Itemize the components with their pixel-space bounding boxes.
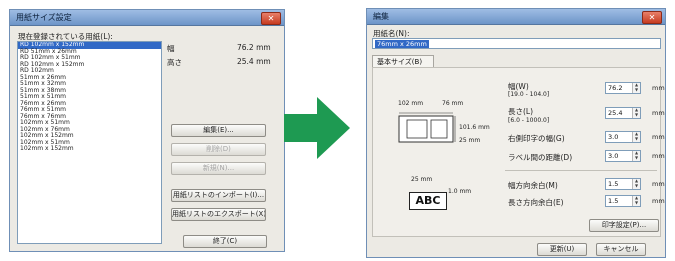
gap-input[interactable]: 3.0 ▲ ▼ [605, 131, 641, 143]
gap-unit: mm [652, 133, 665, 141]
abc-dim-top: 25 mm [411, 176, 433, 183]
export-list-button[interactable]: 用紙リストのエクスポート(X)... [171, 208, 266, 221]
abc-sample-box: ABC [409, 192, 447, 210]
list-item[interactable]: 102mm x 152mm [18, 145, 161, 153]
window-title: 用紙サイズ設定 [16, 13, 72, 22]
spin-arrows-icon[interactable]: ▲ ▼ [632, 178, 640, 189]
cancel-button[interactable]: キャンセル [596, 243, 646, 256]
arrow-right-icon [284, 97, 350, 159]
width-margin-input[interactable]: 1.5 ▲ ▼ [605, 178, 641, 190]
label-distance-input[interactable]: 3.0 ▲ ▼ [605, 150, 641, 162]
width-value: 76.2 [608, 84, 623, 92]
update-button[interactable]: 更新(U) [537, 243, 587, 256]
length-label: 長さ(L) [508, 107, 534, 116]
diagram-dim-side-1: 101.6 mm [459, 124, 490, 131]
paper-list[interactable]: RD 102mm x 152mm RD 51mm x 26mm RD 102mm x… [17, 41, 162, 244]
length-margin-unit: mm [652, 197, 665, 205]
edit-window: 編集 ✕ 用紙名(N): 76mm x 26mm 基本サイズ(B) 102 mm… [366, 8, 666, 258]
edit-button[interactable]: 編集(E)... [171, 124, 266, 137]
length-range: [6.0 - 1000.0] [508, 117, 550, 124]
paper-name-input[interactable]: 76mm x 26mm [372, 38, 661, 49]
spin-arrows-icon[interactable]: ▲ ▼ [632, 195, 640, 206]
width-unit: mm [652, 84, 665, 92]
title-bar[interactable]: 用紙サイズ設定 ✕ [10, 10, 284, 26]
diagram-dim-top-left: 102 mm [398, 100, 424, 107]
label-distance-unit: mm [652, 152, 665, 160]
width-input[interactable]: 76.2 ▲ ▼ [605, 82, 641, 94]
length-margin-value: 1.5 [608, 197, 619, 205]
delete-button[interactable]: 削除(D) [171, 143, 266, 156]
diagram-dim-top-right: 76 mm [442, 100, 464, 107]
width-label: 幅 [167, 44, 175, 53]
height-value: 25.4 mm [237, 57, 271, 66]
paper-size-setup-window: 用紙サイズ設定 ✕ 現在登録されている用紙(L): RD 102mm x 152… [9, 9, 285, 252]
width-margin-value: 1.5 [608, 180, 619, 188]
label-distance-label: ラベル間の距離(D) [508, 153, 573, 162]
paper-name-value: 76mm x 26mm [375, 40, 429, 48]
import-list-button[interactable]: 用紙リストのインポート(I)... [171, 189, 266, 202]
width-margin-unit: mm [652, 180, 665, 188]
spin-arrows-icon[interactable]: ▲ ▼ [632, 150, 640, 161]
width-range: [19.0 - 104.0] [508, 91, 550, 98]
new-button[interactable]: 新規(N)... [171, 162, 266, 175]
divider [505, 170, 657, 171]
spin-arrows-icon[interactable]: ▲ ▼ [632, 107, 640, 118]
length-margin-input[interactable]: 1.5 ▲ ▼ [605, 195, 641, 207]
label-layout-diagram [398, 112, 456, 143]
abc-dim-side: 1.0 mm [448, 188, 472, 195]
length-unit: mm [652, 109, 665, 117]
abc-sample-text: ABC [415, 194, 441, 207]
gap-label: 右側印字の幅(G) [508, 134, 565, 143]
length-input[interactable]: 25.4 ▲ ▼ [605, 107, 641, 119]
label-distance-value: 3.0 [608, 152, 619, 160]
height-label: 高さ [167, 58, 182, 67]
close-icon[interactable]: ✕ [642, 11, 662, 24]
gap-value: 3.0 [608, 133, 619, 141]
length-margin-label: 長さ方向余白(E) [508, 198, 564, 207]
diagram-dim-side-2: 25 mm [459, 137, 481, 144]
finish-button[interactable]: 終了(C) [183, 235, 267, 248]
window-title: 編集 [373, 12, 389, 21]
spin-arrows-icon[interactable]: ▲ ▼ [632, 131, 640, 142]
spin-arrows-icon[interactable]: ▲ ▼ [632, 82, 640, 93]
title-bar[interactable]: 編集 ✕ [367, 9, 665, 25]
close-icon[interactable]: ✕ [261, 12, 281, 25]
tab-basic-size-label: 基本サイズ(B) [377, 58, 423, 66]
print-settings-button[interactable]: 印字設定(P)... [589, 219, 659, 232]
length-value: 25.4 [608, 109, 623, 117]
width-margin-label: 幅方向余白(M) [508, 181, 558, 190]
width-value: 76.2 mm [237, 43, 271, 52]
